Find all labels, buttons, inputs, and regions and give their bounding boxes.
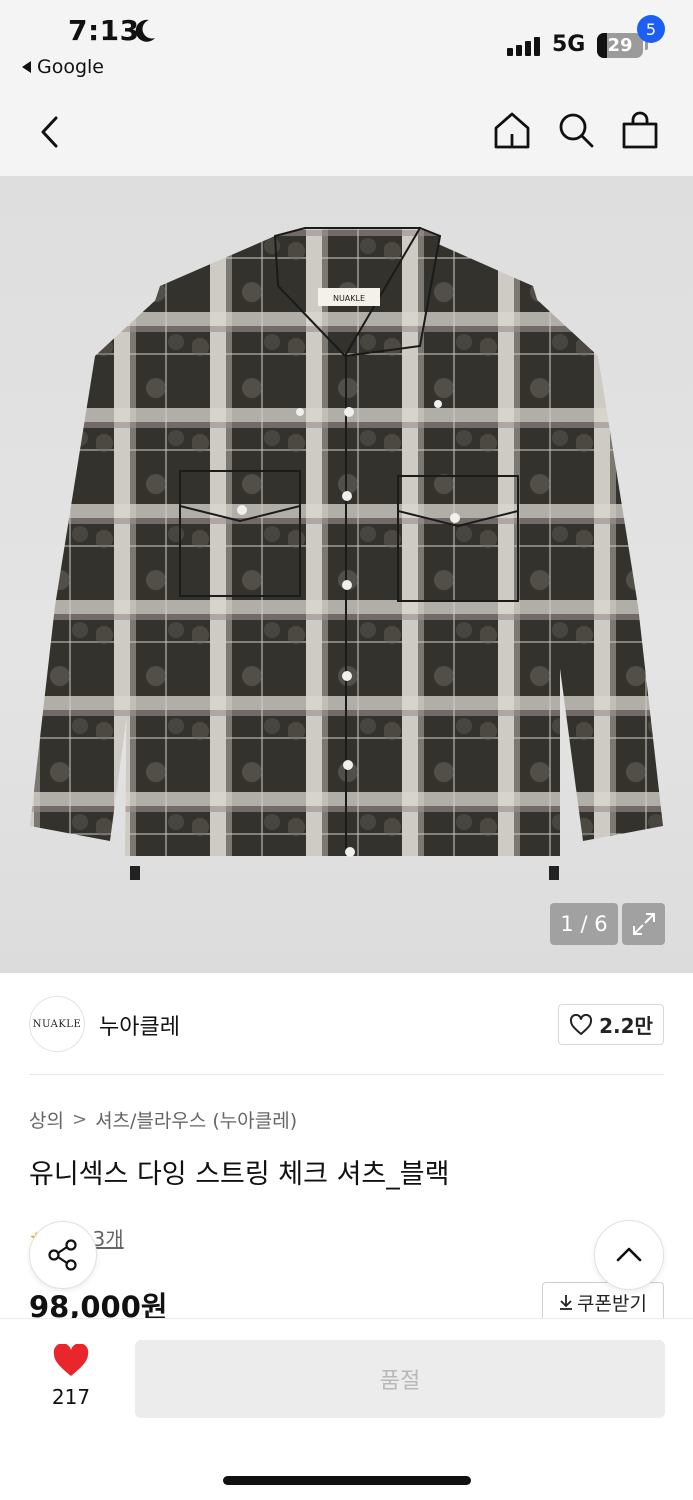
battery-icon: 29 [597,33,648,58]
share-button[interactable] [29,1221,97,1289]
share-icon [48,1239,77,1271]
coupon-label: 쿠폰받기 [577,1292,647,1315]
breadcrumb-category[interactable]: 상의 [29,1106,64,1133]
sold-out-button[interactable]: 품절 [135,1340,665,1418]
back-app-label: Google [37,56,105,78]
brand-like-count: 2.2만 [599,1014,653,1038]
breadcrumb-subcategory[interactable]: 셔츠/블라우스 (누아클레) [95,1106,297,1133]
back-icon[interactable] [36,112,66,152]
brand-name[interactable]: 누아클레 [99,1009,180,1041]
heart-filled-icon[interactable] [52,1344,90,1378]
brand-like-button[interactable]: 2.2만 [558,1004,664,1045]
like-count: 217 [51,1385,91,1409]
status-bar: 7:13 Google 5G 29 [0,0,693,90]
home-icon[interactable] [492,110,532,150]
moon-icon [135,19,155,42]
top-nav [0,90,693,176]
cart-badge: 5 [637,15,665,43]
clock: 7:13 [68,14,140,47]
download-icon [560,1295,573,1310]
back-triangle-icon [22,61,31,73]
breadcrumb: 상의 > 셔츠/블라우스 (누아클레) [29,1106,297,1133]
signal-icon [507,36,540,56]
expand-button[interactable] [622,903,665,945]
home-indicator[interactable] [223,1476,471,1485]
search-icon[interactable] [556,110,596,150]
divider [29,1074,664,1075]
image-counter: 1 / 6 [550,903,618,945]
heart-outline-icon [570,1013,593,1035]
product-shirt-image: NUAKLE [30,226,663,880]
coupon-button[interactable]: 쿠폰받기 [542,1282,664,1322]
product-title: 유니섹스 다잉 스트링 체크 셔츠_블랙 [29,1159,450,1190]
chevron-right-icon: > [71,1109,88,1130]
chevron-up-icon [616,1247,642,1262]
battery-level: 29 [607,35,633,56]
product-image-gallery[interactable]: NUAKLE [0,176,693,973]
shirt-label-text: NUAKLE [333,294,365,303]
back-to-app[interactable]: Google [22,56,104,78]
brand-logo[interactable]: NUAKLE [29,996,85,1052]
scroll-top-button[interactable] [594,1220,664,1290]
expand-icon [632,913,655,935]
network-type: 5G [552,32,586,57]
cart-icon[interactable] [620,110,660,150]
